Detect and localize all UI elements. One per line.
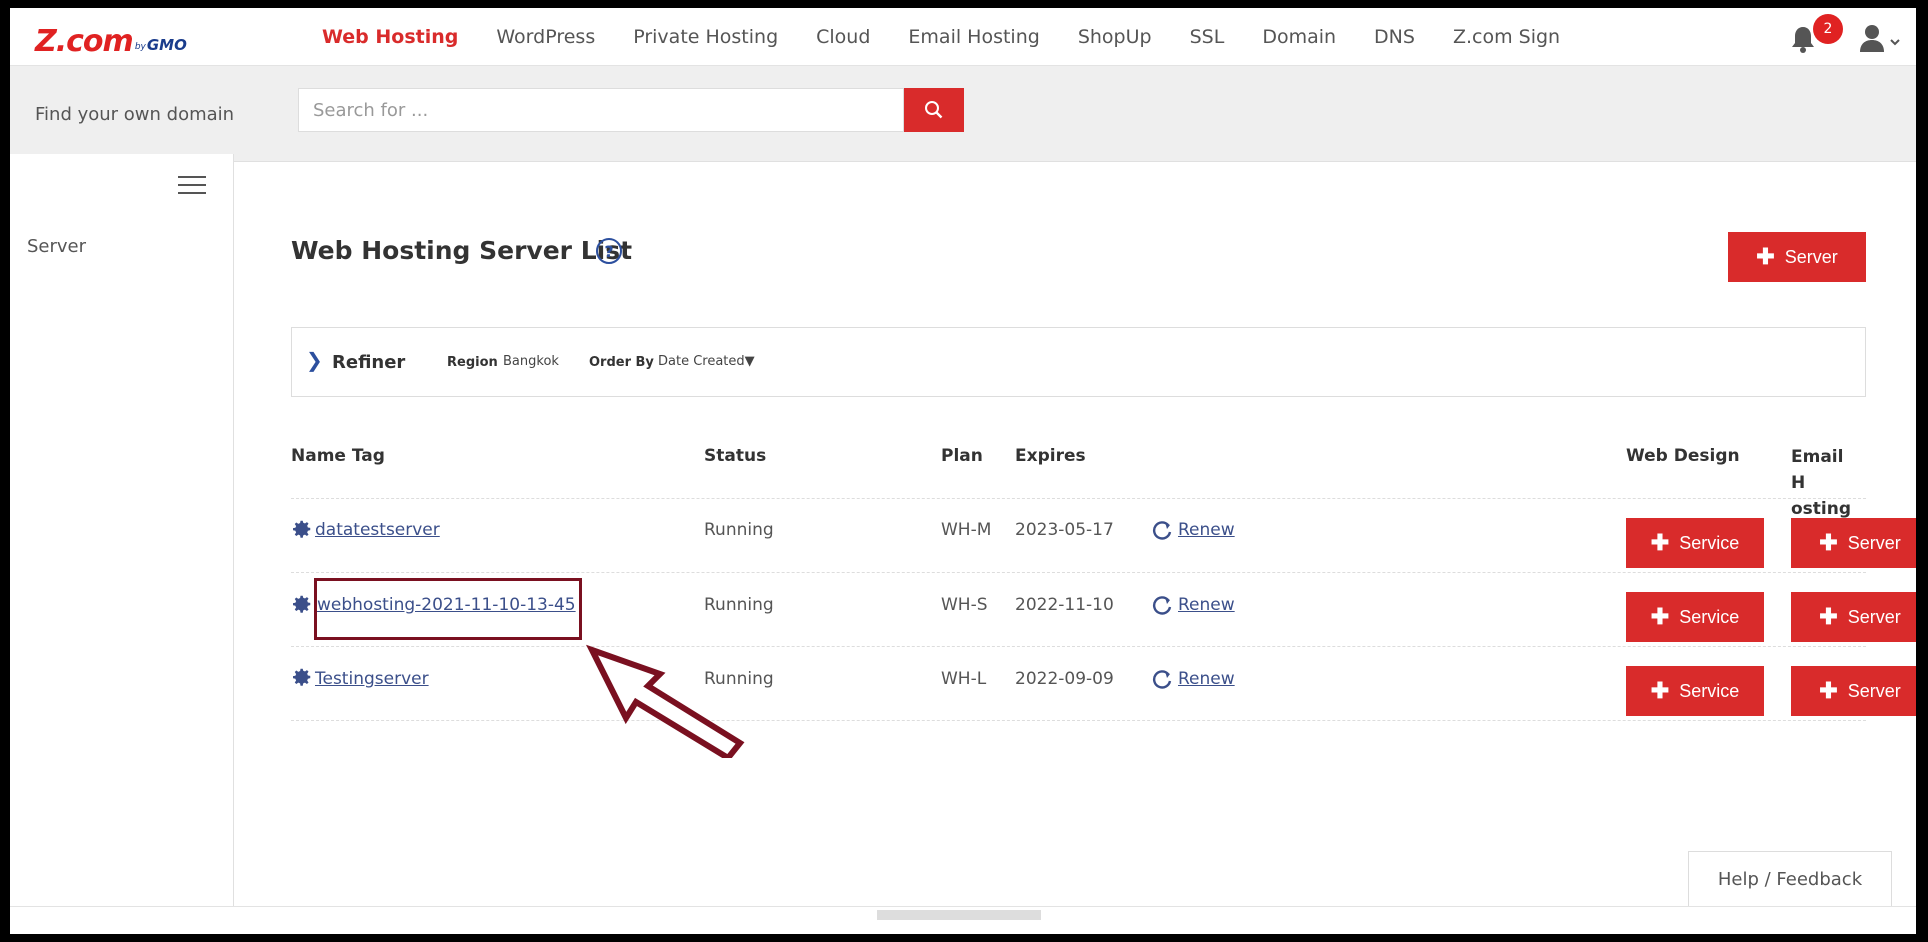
column-header-name-tag: Name Tag [291, 446, 385, 466]
column-header-web-design: Web Design [1626, 446, 1740, 466]
row-divider [291, 498, 1866, 499]
plus-icon: ✚ [1819, 678, 1838, 703]
plus-icon: ✚ [1650, 530, 1670, 555]
service-label: Service [1679, 532, 1740, 553]
renew-label: Renew [1178, 595, 1235, 615]
add-web-design-service-button[interactable]: ✚ Service [1626, 666, 1764, 716]
chevron-right-icon[interactable]: ❯ [306, 348, 323, 372]
search-icon [925, 101, 943, 119]
nav-ssl[interactable]: SSL [1190, 26, 1225, 48]
annotation-highlight-box [314, 578, 582, 640]
add-email-server-button[interactable]: ✚ Server [1791, 518, 1916, 568]
user-menu[interactable] [1858, 24, 1904, 54]
renew-label: Renew [1178, 520, 1235, 540]
top-navigation: Z.com by GMO Web Hosting WordPress Priva… [10, 8, 1916, 66]
add-email-server-button[interactable]: ✚ Server [1791, 592, 1916, 642]
renew-icon [1153, 521, 1172, 540]
nav-domain[interactable]: Domain [1262, 26, 1336, 48]
gear-icon[interactable] [291, 666, 313, 688]
search-button[interactable] [904, 88, 964, 132]
expires-cell: 2022-11-10 [1015, 595, 1114, 615]
status-cell: Running [704, 520, 774, 540]
expires-cell: 2022-09-09 [1015, 669, 1114, 689]
annotation-arrow-icon [585, 644, 745, 758]
renew-link[interactable]: Renew [1152, 595, 1235, 615]
main-nav: Web Hosting WordPress Private Hosting Cl… [322, 8, 1598, 66]
renew-label: Renew [1178, 669, 1235, 689]
row-divider [291, 720, 1866, 721]
status-cell: Running [704, 595, 774, 615]
chevron-down-icon [1890, 39, 1900, 46]
plus-icon: ✚ [1650, 678, 1670, 703]
plan-cell: WH-L [941, 669, 987, 689]
nav-web-hosting[interactable]: Web Hosting [322, 26, 458, 48]
order-by-select[interactable]: Date Created▼ [658, 354, 755, 369]
nav-email-hosting[interactable]: Email Hosting [908, 26, 1039, 48]
sidebar: Server [10, 154, 234, 934]
plan-cell: WH-M [941, 520, 992, 540]
help-icon[interactable]: ? [596, 238, 622, 264]
row-divider [291, 646, 1866, 647]
refiner-panel: ❯ Refiner Region Bangkok Order By Date C… [291, 327, 1866, 397]
service-label: Service [1679, 606, 1740, 627]
server-name-link[interactable]: datatestserver [315, 520, 440, 540]
plan-cell: WH-S [941, 595, 988, 615]
server-name-link[interactable]: Testingserver [315, 669, 429, 689]
renew-link[interactable]: Renew [1152, 669, 1235, 689]
server-label: Server [1847, 532, 1901, 553]
region-label: Region [447, 355, 498, 370]
logo-text: Z.com [35, 24, 134, 59]
add-server-label: Server [1784, 246, 1838, 267]
plus-icon: ✚ [1756, 244, 1775, 269]
column-header-plan: Plan [941, 446, 983, 466]
nav-dns[interactable]: DNS [1374, 26, 1415, 48]
logo-gmo: GMO [146, 36, 187, 54]
domain-search-input[interactable] [298, 88, 904, 132]
renew-icon [1153, 596, 1172, 615]
service-label: Service [1679, 680, 1740, 701]
sidebar-item-server[interactable]: Server [27, 236, 86, 257]
domain-search-bar: Find your own domain [10, 66, 1916, 162]
renew-link[interactable]: Renew [1152, 520, 1235, 540]
logo-by: by [134, 42, 146, 52]
order-by-label: Order By [589, 355, 654, 370]
region-value[interactable]: Bangkok [503, 354, 559, 369]
column-header-email-hosting: Email H osting [1791, 447, 1852, 519]
notification-badge: 2 [1813, 14, 1843, 44]
nav-zcom-sign[interactable]: Z.com Sign [1453, 26, 1560, 48]
server-label: Server [1847, 680, 1901, 701]
hamburger-icon[interactable] [178, 176, 208, 198]
add-server-button[interactable]: ✚ Server [1728, 232, 1866, 282]
gear-icon[interactable] [291, 518, 313, 540]
column-header-expires: Expires [1015, 446, 1086, 466]
plus-icon: ✚ [1650, 604, 1670, 629]
nav-cloud[interactable]: Cloud [816, 26, 870, 48]
expires-cell: 2023-05-17 [1015, 520, 1114, 540]
server-label: Server [1847, 606, 1901, 627]
row-divider [291, 572, 1866, 573]
refiner-toggle[interactable]: Refiner [332, 352, 405, 373]
add-web-design-service-button[interactable]: ✚ Service [1626, 592, 1764, 642]
page-title: Web Hosting Server List [291, 236, 633, 265]
horizontal-scrollbar[interactable] [877, 910, 1041, 920]
nav-private-hosting[interactable]: Private Hosting [633, 26, 778, 48]
gear-icon[interactable] [291, 593, 313, 615]
find-domain-label: Find your own domain [35, 104, 235, 125]
renew-icon [1153, 670, 1172, 689]
user-icon [1860, 25, 1884, 52]
app-window: Z.com by GMO Web Hosting WordPress Priva… [10, 8, 1916, 934]
add-email-server-button[interactable]: ✚ Server [1791, 666, 1916, 716]
plus-icon: ✚ [1819, 530, 1838, 555]
nav-wordpress[interactable]: WordPress [496, 26, 595, 48]
column-header-status: Status [704, 446, 767, 466]
help-feedback-button[interactable]: Help / Feedback [1688, 851, 1892, 907]
nav-shopup[interactable]: ShopUp [1078, 26, 1152, 48]
plus-icon: ✚ [1819, 604, 1838, 629]
zcom-logo[interactable]: Z.com by GMO [35, 18, 187, 58]
add-web-design-service-button[interactable]: ✚ Service [1626, 518, 1764, 568]
